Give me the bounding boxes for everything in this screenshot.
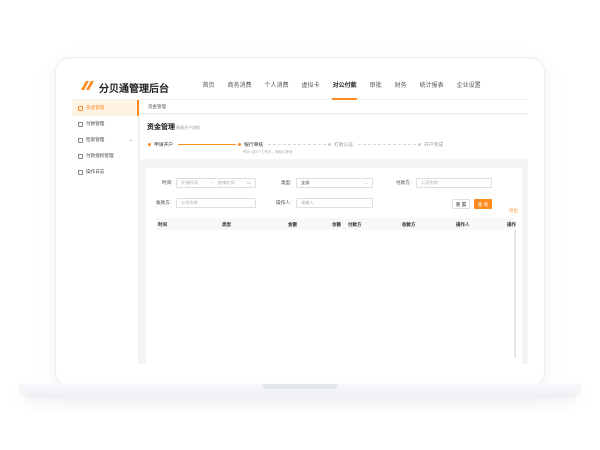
column-header-payer: 付款方 [348, 221, 362, 227]
sidebar-item-label: 资金管理 [86, 105, 105, 110]
progress-steps: 申请开户 银行审核 打款认证 开户完成 预计1至5个工作日，请耐心等待 [148, 141, 448, 154]
column-header-balance: 余额 [332, 221, 341, 227]
step-connector [178, 143, 236, 145]
search-button[interactable]: 查 询 [474, 199, 492, 209]
search-list-icon [78, 137, 83, 143]
authorization-icon [78, 153, 83, 159]
step-label: 申请开户 [154, 143, 174, 148]
chevron-down-icon: ⌄ [128, 137, 133, 143]
step-dot [238, 143, 241, 147]
step-dot [148, 143, 151, 147]
column-header-action: 操作 [507, 221, 516, 227]
start-date-placeholder: 开始时间 [181, 180, 198, 185]
payee-label: 收款方: [156, 200, 172, 205]
operator-placeholder: 请输入 [301, 200, 314, 205]
step-label: 银行审核 [244, 143, 264, 148]
calendar-icon: ▭ [246, 180, 251, 185]
step-dot [418, 143, 421, 147]
nav-item-approval[interactable]: 审批 [363, 72, 388, 100]
payee-placeholder: 公司名称 [181, 200, 198, 205]
log-icon [78, 169, 83, 175]
type-label: 类型: [281, 180, 292, 185]
step-label: 开户完成 [424, 143, 444, 148]
step-payment-verification: 打款认证 [328, 141, 353, 148]
sidebar-item-search-management[interactable]: 检索管理 ⌄ [72, 132, 138, 148]
sidebar-item-label: 操作日志 [86, 169, 105, 174]
table-scrollbar[interactable] [514, 230, 516, 358]
column-header-amount: 金额 [288, 221, 297, 227]
payee-input[interactable]: 公司名称 [176, 198, 256, 208]
operator-input[interactable]: 请输入 [296, 198, 373, 208]
sidebar: 资金管理 付款管理 检索管理 ⌄ 付款授权管理 操作日志 [72, 100, 139, 364]
payer-label: 付款方: [396, 180, 412, 185]
nav-item-virtual-card[interactable]: 虚拟卡 [295, 72, 326, 100]
breadcrumb-bar: 资金管理 [140, 100, 528, 114]
page-subtitle: 账服开户流程 [176, 124, 200, 130]
app-window: 分贝通管理后台 首页 商务消费 个人消费 虚拟卡 对公付款 审批 财务 统计报表… [72, 72, 528, 364]
column-header-operator: 操作人 [456, 221, 470, 227]
payer-placeholder: 公司名称 [421, 180, 438, 185]
operator-label: 操作人: [276, 200, 292, 205]
end-date-placeholder: 结束时间 [218, 180, 235, 185]
date-range-input[interactable]: 开始时间 ~ 结束时间 ▭ [176, 178, 256, 188]
step-bank-review: 银行审核 [238, 141, 263, 148]
breadcrumb[interactable]: 资金管理 [148, 104, 166, 110]
title-panel: 资金管理 账服开户流程 申请开户 银行审核 打款认证 开户完成 预计1至5个工作… [140, 115, 528, 159]
payer-input[interactable]: 公司名称 [416, 178, 492, 188]
step-dot [328, 143, 331, 147]
step-connector [268, 143, 326, 145]
nav-item-enterprise-settings[interactable]: 企业设置 [450, 72, 487, 100]
top-nav: 首页 商务消费 个人消费 虚拟卡 对公付款 审批 财务 统计报表 企业设置 [196, 72, 487, 100]
nav-item-finance[interactable]: 财务 [388, 72, 413, 100]
sidebar-item-payment-authorization[interactable]: 付款授权管理 [72, 148, 138, 164]
page-title: 资金管理 [147, 124, 175, 131]
export-link[interactable]: 导出 [509, 208, 518, 214]
type-select[interactable]: 全部 ⌄ [296, 178, 373, 188]
column-header-type: 类型 [222, 221, 231, 227]
nav-item-reports[interactable]: 统计报表 [413, 72, 450, 100]
wallet-icon [78, 105, 83, 111]
nav-item-corporate-payment[interactable]: 对公付款 [326, 72, 363, 100]
sidebar-item-label: 付款授权管理 [86, 153, 114, 158]
column-header-time: 时间 [158, 221, 167, 227]
step-label: 打款认证 [334, 143, 354, 148]
table-header: 时间 类型 金额 余额 付款方 收款方 操作人 操作 [156, 218, 516, 230]
top-header: 分贝通管理后台 首页 商务消费 个人消费 虚拟卡 对公付款 审批 财务 统计报表… [72, 72, 528, 100]
step-account-opened: 开户完成 [418, 141, 443, 148]
sidebar-item-label: 付款管理 [86, 121, 105, 126]
step-note: 预计1至5个工作日，请耐心等待 [243, 149, 293, 154]
laptop-notch [262, 384, 338, 389]
date-separator: ~ [210, 180, 213, 185]
time-label: 时间: [162, 180, 173, 185]
type-select-value: 全部 [301, 180, 310, 185]
nav-item-personal-spend[interactable]: 个人消费 [258, 72, 295, 100]
sidebar-item-payment-management[interactable]: 付款管理 [72, 116, 138, 132]
sidebar-item-operation-log[interactable]: 操作日志 [72, 164, 138, 180]
nav-item-business-spend[interactable]: 商务消费 [221, 72, 258, 100]
step-apply: 申请开户 [148, 141, 173, 148]
logo-icon [81, 81, 94, 90]
chevron-down-icon: ⌄ [364, 180, 368, 185]
reset-button[interactable]: 重 置 [452, 199, 470, 209]
payment-icon [78, 121, 83, 127]
step-connector [358, 143, 416, 145]
content-panel: 时间: 开始时间 ~ 结束时间 ▭ 类型: 全部 ⌄ 付款方: 公司名称 收款方… [146, 168, 522, 364]
column-header-payee: 收款方 [402, 221, 416, 227]
sidebar-item-fund-management[interactable]: 资金管理 [72, 100, 139, 116]
sidebar-item-label: 检索管理 [86, 137, 105, 142]
app-name: 分贝通管理后台 [99, 84, 169, 95]
nav-item-home[interactable]: 首页 [196, 72, 221, 100]
